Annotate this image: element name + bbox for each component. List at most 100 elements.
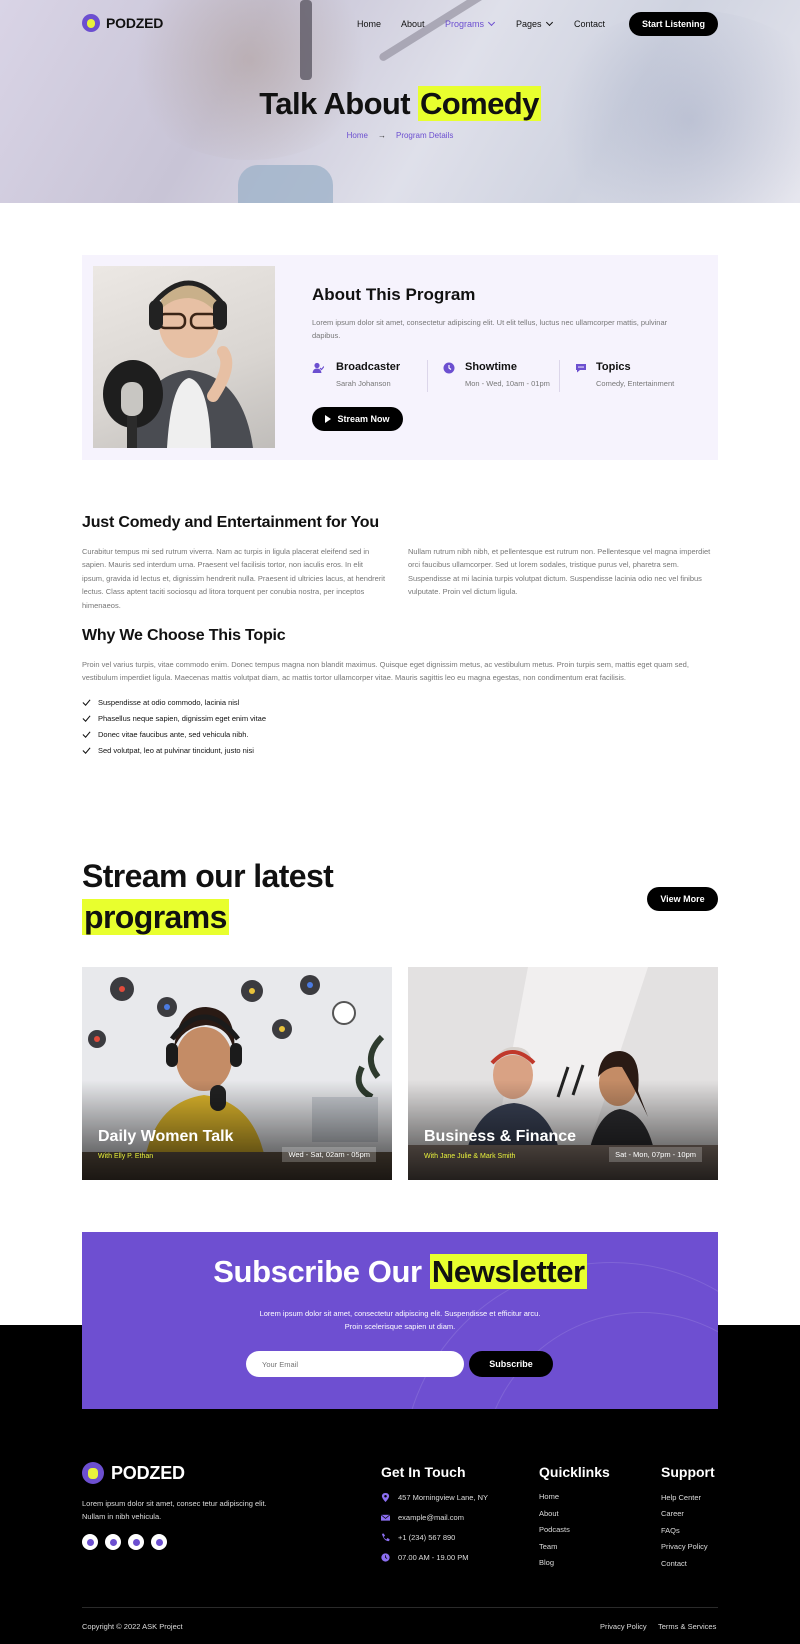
contact-phone[interactable]: +1 (234) 567 890 <box>381 1533 455 1542</box>
contact-hours: 07.00 AM - 19.00 PM <box>381 1553 468 1562</box>
meta-topics: Topics Comedy, Entertainment <box>596 361 674 388</box>
footer-brand-name: PODZED <box>111 1462 185 1483</box>
footer-link-podcasts[interactable]: Podcasts <box>539 1525 570 1534</box>
microphone-arm-image <box>377 0 578 63</box>
card-host: With Jane Julie & Mark Smith <box>424 1153 516 1160</box>
meta-label: Topics <box>596 361 631 373</box>
footer-link-privacy[interactable]: Privacy Policy <box>661 1542 708 1551</box>
clock-icon <box>443 362 455 374</box>
card-schedule: Wed - Sat, 02am - 05pm <box>282 1147 376 1162</box>
chat-icon <box>576 364 586 373</box>
play-icon <box>325 415 332 423</box>
title-highlight: Comedy <box>418 86 541 121</box>
nav-about[interactable]: About <box>401 19 425 29</box>
divider <box>427 360 428 392</box>
card-title: Business & Finance <box>424 1128 577 1145</box>
view-more-button[interactable]: View More <box>647 887 718 911</box>
footer-logo[interactable]: PODZED <box>82 1462 185 1484</box>
newsletter-desc-line2: Proin scelerisque sapien ut diam. <box>344 1322 456 1331</box>
nav-programs-label: Programs <box>445 19 485 29</box>
footer-link-team[interactable]: Team <box>539 1542 557 1551</box>
newsletter-desc-line1: Lorem ipsum dolor sit amet, consectetur … <box>259 1309 541 1318</box>
page-title: Talk About Comedy <box>0 86 800 122</box>
check-item: Donec vitae faucibus ante, sed vehicula … <box>82 730 249 739</box>
meta-showtime: Showtime Mon - Wed, 10am - 01pm <box>465 361 550 388</box>
footer-quicklinks-title: Quicklinks <box>539 1464 610 1480</box>
start-listening-button[interactable]: Start Listening <box>629 12 718 36</box>
program-description: Lorem ipsum dolor sit amet, consectetur … <box>312 318 668 340</box>
chevron-down-icon <box>487 18 496 27</box>
footer-link-contact[interactable]: Contact <box>661 1559 687 1568</box>
newsletter-description: Lorem ipsum dolor sit amet, consectetur … <box>82 1307 718 1333</box>
nav-home[interactable]: Home <box>357 19 381 29</box>
contact-address: 457 Morningview Lane, NY <box>381 1493 488 1502</box>
breadcrumb-current: Program Details <box>395 131 454 140</box>
nav-pages[interactable]: Pages <box>516 18 553 29</box>
broadcaster-photo <box>93 266 275 448</box>
footer-support-title: Support <box>661 1464 715 1480</box>
stream-heading-highlight: programs <box>82 899 229 935</box>
twitter-icon[interactable] <box>105 1534 121 1550</box>
check-icon <box>82 747 91 754</box>
divider <box>559 360 560 392</box>
section-text-right: Nullam rutrum nibh nibh, et pellentesque… <box>408 547 711 597</box>
footer-about: Lorem ipsum dolor sit amet, consec tetur… <box>82 1499 267 1521</box>
user-icon <box>312 362 324 373</box>
meta-broadcaster: Broadcaster Sarah Johanson <box>336 361 400 388</box>
email-field[interactable] <box>246 1351 464 1377</box>
linkedin-icon[interactable] <box>151 1534 167 1550</box>
card-schedule: Sat - Mon, 07pm - 10pm <box>609 1147 702 1162</box>
chevron-down-icon <box>545 18 553 27</box>
check-item: Suspendisse at odio commodo, lacinia nis… <box>82 698 239 707</box>
card-title: Daily Women Talk <box>98 1128 234 1145</box>
mail-icon <box>381 1514 390 1521</box>
section-title-comedy: Just Comedy and Entertainment for You <box>82 514 379 531</box>
breadcrumb: Home → Program Details <box>0 131 800 140</box>
newsletter-box: Subscribe Our Newsletter Lorem ipsum dol… <box>82 1232 718 1409</box>
breadcrumb-home[interactable]: Home <box>347 131 368 140</box>
stream-heading-line1: Stream our latest <box>82 858 334 894</box>
footer-link-blog[interactable]: Blog <box>539 1558 554 1567</box>
check-icon <box>82 731 91 738</box>
footer-link-home[interactable]: Home <box>539 1492 559 1501</box>
check-icon <box>82 699 91 706</box>
meta-value: Sarah Johanson <box>336 379 391 388</box>
footer-terms[interactable]: Terms & Services <box>658 1622 716 1631</box>
section-title-why: Why We Choose This Topic <box>82 627 286 644</box>
stream-now-label: Stream Now <box>337 414 390 424</box>
mic-logo-icon <box>82 1462 104 1484</box>
contact-email[interactable]: example@mail.com <box>381 1513 464 1522</box>
clock-icon <box>381 1553 390 1562</box>
nav-contact[interactable]: Contact <box>574 19 605 29</box>
stream-now-button[interactable]: Stream Now <box>312 407 403 431</box>
arrow-right-icon: → <box>377 131 386 140</box>
footer-link-about[interactable]: About <box>539 1509 559 1518</box>
program-card[interactable]: Daily Women Talk With Elly P. Ethan Wed … <box>82 967 392 1180</box>
nav-programs[interactable]: Programs <box>445 18 496 29</box>
contact-hours-text: 07.00 AM - 19.00 PM <box>398 1553 469 1562</box>
footer-divider <box>82 1607 718 1608</box>
location-pin-icon <box>381 1493 390 1502</box>
facebook-icon[interactable] <box>82 1534 98 1550</box>
footer-link-faqs[interactable]: FAQs <box>661 1526 680 1535</box>
cup-image <box>238 165 333 203</box>
check-item: Sed volutpat, leo at pulvinar tincidunt,… <box>82 746 254 755</box>
program-card[interactable]: Business & Finance With Jane Julie & Mar… <box>408 967 718 1180</box>
footer-link-career[interactable]: Career <box>661 1509 684 1518</box>
brand-name: PODZED <box>106 15 164 31</box>
microphone-stand-image <box>300 0 312 80</box>
header-logo[interactable]: PODZED <box>82 14 163 32</box>
mic-logo-icon <box>82 14 100 32</box>
program-title: About This Program <box>312 285 476 304</box>
card-host: With Elly P. Ethan <box>98 1153 154 1160</box>
contact-email-text: example@mail.com <box>398 1513 464 1522</box>
subscribe-button[interactable]: Subscribe <box>469 1351 553 1377</box>
newsletter-title-plain: Subscribe Our <box>213 1254 422 1289</box>
newsletter-title-highlight: Newsletter <box>429 1254 587 1289</box>
footer-privacy-policy[interactable]: Privacy Policy <box>600 1622 647 1631</box>
meta-value: Comedy, Entertainment <box>596 379 675 388</box>
meta-label: Showtime <box>465 361 517 373</box>
check-text: Sed volutpat, leo at pulvinar tincidunt,… <box>98 746 254 755</box>
youtube-icon[interactable] <box>128 1534 144 1550</box>
footer-link-help-center[interactable]: Help Center <box>661 1493 701 1502</box>
